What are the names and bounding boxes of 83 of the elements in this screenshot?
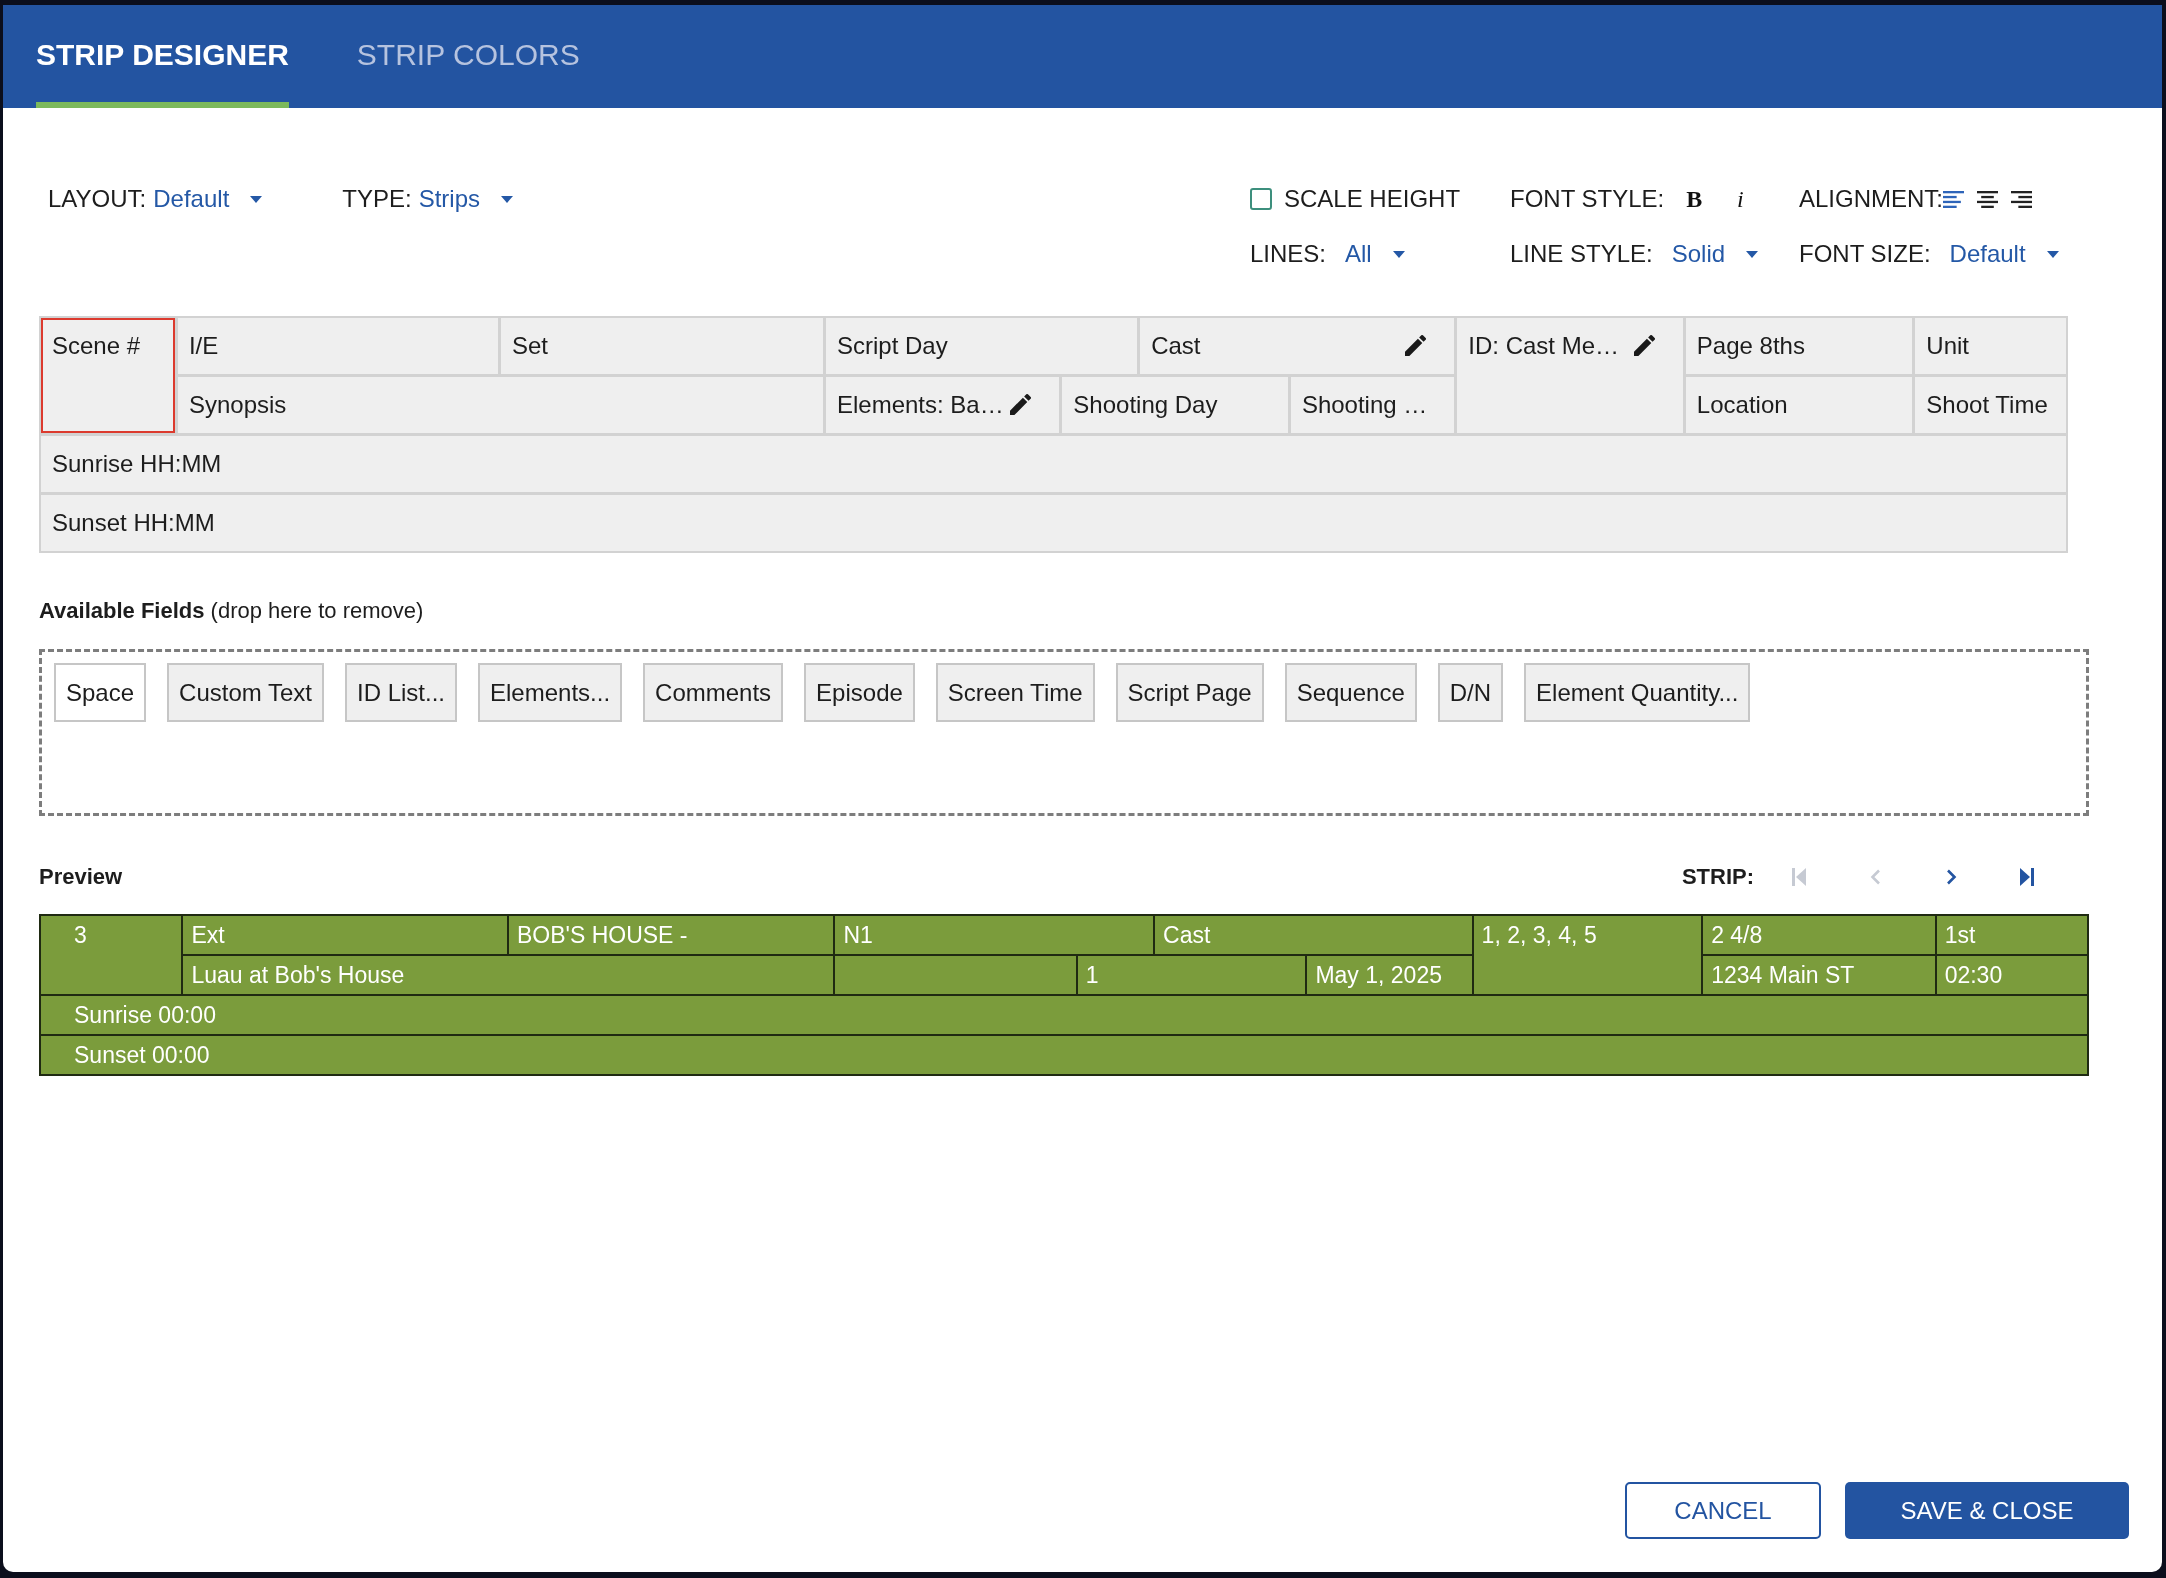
align-center-button[interactable] bbox=[1977, 190, 1999, 208]
preview-cell: May 1, 2025 bbox=[1307, 956, 1472, 994]
dropdown-label: LINE STYLE: bbox=[1510, 240, 1653, 268]
field-chip[interactable]: Custom Text bbox=[167, 663, 324, 722]
field-chip[interactable]: Elements... bbox=[478, 663, 623, 722]
dropdown-label: FONT SIZE: bbox=[1799, 240, 1931, 268]
checkbox-label: SCALE HEIGHT bbox=[1284, 185, 1461, 213]
layout-field[interactable]: Sunset HH:MM bbox=[41, 495, 2066, 551]
preview-cell: Ext bbox=[183, 916, 507, 954]
layout-field[interactable]: Location bbox=[1685, 377, 1913, 433]
preview-cell: 2 4/8 bbox=[1703, 916, 1935, 954]
layout-field[interactable]: Shoot Time bbox=[1915, 377, 2066, 433]
checkbox[interactable] bbox=[1250, 188, 1272, 210]
pencil-icon bbox=[1405, 335, 1427, 356]
preview-cell: Luau at Bob's House bbox=[183, 956, 834, 994]
section-title: Available Fields (drop here to remove) bbox=[39, 599, 424, 623]
tab[interactable]: STRIP DESIGNER bbox=[36, 5, 289, 108]
align-center-icon bbox=[1977, 190, 1999, 208]
caret-icon bbox=[501, 195, 513, 203]
caret-icon bbox=[1746, 250, 1759, 258]
field-chip[interactable]: D/N bbox=[1437, 663, 1504, 722]
layout-field[interactable]: Page 8ths bbox=[1685, 318, 1913, 374]
field-chip[interactable]: Screen Time bbox=[935, 663, 1095, 722]
align-right-icon bbox=[2011, 190, 2033, 208]
layout-field[interactable]: Shooting … bbox=[1290, 377, 1455, 433]
layout-field[interactable]: Sunrise HH:MM bbox=[41, 436, 2066, 492]
lines-dropdown[interactable]: All bbox=[1345, 240, 1405, 268]
dropdown-label: LAYOUT: bbox=[48, 185, 147, 213]
strip-label: STRIP: bbox=[1681, 864, 1754, 890]
field-chip[interactable]: Element Quantity... bbox=[1524, 663, 1751, 722]
toolbar-label: ALIGNMENT: bbox=[1799, 185, 1944, 213]
chevron-left-icon bbox=[1869, 869, 1881, 885]
preview-cell: 02:30 bbox=[1936, 956, 2087, 994]
skip-to-start-icon bbox=[1792, 868, 1806, 886]
layout-field[interactable]: Set bbox=[500, 318, 823, 374]
field-chip[interactable]: Comments bbox=[643, 663, 784, 722]
layout-field[interactable]: Script Day bbox=[825, 318, 1138, 374]
field-chip[interactable]: Sequence bbox=[1284, 663, 1417, 722]
caret-icon bbox=[250, 195, 263, 203]
cancel-button[interactable]: CANCEL bbox=[1625, 1482, 1821, 1539]
align-right-button[interactable] bbox=[2011, 190, 2033, 208]
italic-button[interactable]: i bbox=[1726, 182, 1755, 216]
field-chip[interactable]: ID List... bbox=[345, 663, 458, 722]
caret-icon bbox=[1392, 250, 1405, 258]
align-left-icon bbox=[1943, 190, 1965, 208]
preview-cell: Sunset 00:00 bbox=[41, 1036, 2087, 1074]
font-size-dropdown[interactable]: Default bbox=[1949, 240, 2059, 268]
preview-cell: 3 bbox=[41, 916, 182, 994]
preview-cell: 1 bbox=[1077, 956, 1306, 994]
layout-field[interactable]: Unit bbox=[1915, 318, 2066, 374]
preview-cell: 1st bbox=[1936, 916, 2087, 954]
field-chip[interactable]: Script Page bbox=[1115, 663, 1264, 722]
preview-cell: BOB'S HOUSE - bbox=[508, 916, 834, 954]
spacer-chip[interactable]: Space bbox=[54, 663, 147, 722]
layout-field[interactable]: Shooting Day bbox=[1062, 377, 1288, 433]
align-left-button[interactable] bbox=[1943, 190, 1965, 208]
layout-field[interactable]: Cast bbox=[1140, 318, 1455, 374]
section-title: Preview bbox=[39, 864, 123, 890]
preview-cell: N1 bbox=[835, 916, 1153, 954]
preview-cell: Sunrise 00:00 bbox=[41, 996, 2087, 1034]
tab[interactable]: STRIP COLORS bbox=[356, 5, 580, 108]
chevron-right-icon bbox=[1945, 869, 1957, 885]
line-style-dropdown[interactable]: Solid bbox=[1671, 240, 1759, 268]
toolbar-label: FONT STYLE: bbox=[1510, 185, 1665, 213]
pencil-icon bbox=[1010, 394, 1032, 415]
layout-dropdown[interactable]: Default bbox=[153, 185, 263, 213]
layout-field[interactable]: I/E bbox=[177, 318, 498, 374]
layout-field[interactable]: Elements: Ba… bbox=[825, 377, 1060, 433]
field-chip[interactable]: Episode bbox=[804, 663, 915, 722]
bold-button[interactable]: B bbox=[1680, 182, 1709, 216]
dropdown-label: LINES: bbox=[1250, 240, 1327, 268]
preview-cell: 1, 2, 3, 4, 5 bbox=[1473, 916, 1702, 994]
layout-field[interactable]: Synopsis bbox=[177, 377, 823, 433]
type-dropdown[interactable]: Strips bbox=[418, 185, 513, 213]
pencil-icon bbox=[1633, 335, 1655, 356]
layout-field[interactable]: ID: Cast Me… bbox=[1457, 318, 1683, 433]
skip-to-end-icon bbox=[2020, 868, 2034, 886]
dropdown-label: TYPE: bbox=[342, 185, 412, 213]
preview-cell: Cast bbox=[1155, 916, 1472, 954]
preview-cell: 1234 Main ST bbox=[1703, 956, 1935, 994]
layout-field[interactable]: Scene # bbox=[41, 318, 175, 433]
caret-icon bbox=[2046, 250, 2059, 258]
save-button[interactable]: SAVE & CLOSE bbox=[1845, 1482, 2129, 1539]
